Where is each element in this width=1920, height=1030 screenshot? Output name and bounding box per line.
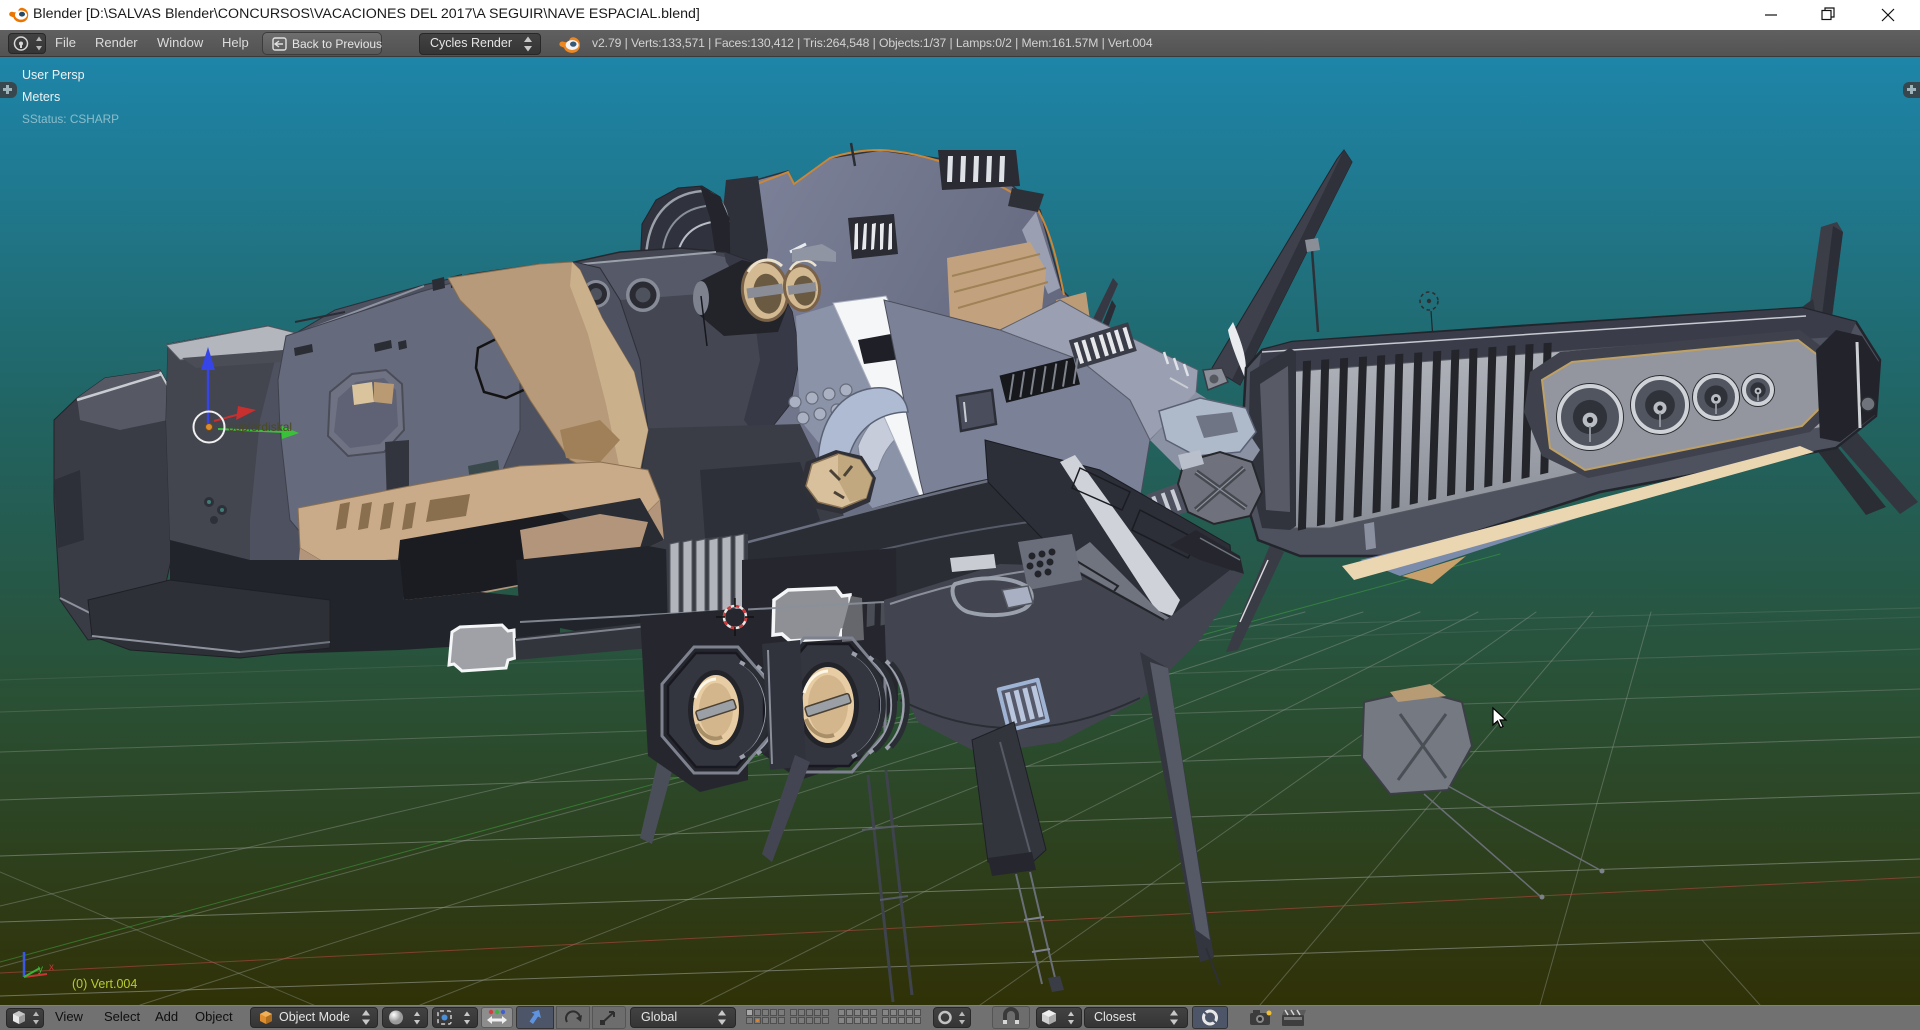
svg-text:y: y (38, 964, 43, 975)
svg-text:ouplerdiskal: ouplerdiskal (228, 420, 292, 434)
svg-text:x: x (49, 962, 54, 973)
